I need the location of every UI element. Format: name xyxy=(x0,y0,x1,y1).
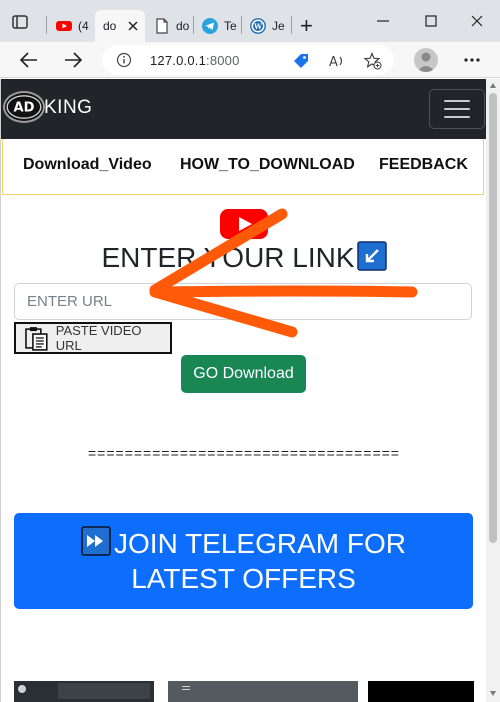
tab-actions-icon[interactable] xyxy=(10,12,30,32)
page-heading: ENTER YOUR LINK xyxy=(1,241,486,274)
menu-mini-icon xyxy=(182,686,190,687)
menu-link-how-to-download[interactable]: HOW_TO_DOWNLOAD xyxy=(180,156,355,174)
youtube-logo-icon xyxy=(220,209,268,239)
wordpress-icon: W xyxy=(250,18,266,34)
back-arrow-icon[interactable] xyxy=(18,50,40,70)
tab-active-document[interactable]: do xyxy=(95,10,145,42)
close-tab-icon[interactable] xyxy=(128,21,138,31)
forward-arrow-icon[interactable] xyxy=(62,50,84,70)
join-telegram-button[interactable]: JOIN TELEGRAM FOR LATEST OFFERS xyxy=(14,513,473,609)
wordpress-mini-icon xyxy=(18,685,26,693)
video-thumbnail[interactable] xyxy=(368,681,474,702)
hamburger-line xyxy=(444,108,470,110)
tab-document[interactable]: do xyxy=(146,10,192,42)
youtube-icon xyxy=(56,21,72,31)
brand-name[interactable]: KING xyxy=(44,97,92,119)
tab-separator xyxy=(46,16,47,34)
navbar-toggler-button[interactable] xyxy=(429,89,485,129)
video-thumbnails-row xyxy=(1,681,486,702)
read-aloud-icon[interactable]: A xyxy=(328,52,346,70)
telegram-button-line-2: LATEST OFFERS xyxy=(131,563,356,594)
more-options-icon[interactable] xyxy=(462,52,482,68)
coupon-tag-icon[interactable] xyxy=(292,52,310,70)
address-bar[interactable]: 127.0.0.1:8000 A xyxy=(102,45,394,75)
new-tab-button[interactable]: + xyxy=(292,10,322,42)
scrollbar-thumb[interactable] xyxy=(489,93,497,543)
web-page: AD KING Download_Video HOW_TO_DOWNLOAD F… xyxy=(0,79,486,702)
scroll-up-icon[interactable] xyxy=(489,82,497,90)
plus-icon: + xyxy=(300,13,313,38)
svg-text:W: W xyxy=(253,22,262,31)
close-window-icon[interactable] xyxy=(466,10,488,32)
info-icon[interactable] xyxy=(116,52,132,68)
go-download-button[interactable]: GO Download xyxy=(181,355,306,393)
tab-wordpress[interactable]: W Je xyxy=(242,10,290,42)
menu-link-download-video[interactable]: Download_Video xyxy=(23,156,152,174)
profile-avatar[interactable] xyxy=(414,48,438,72)
telegram-icon xyxy=(202,18,218,34)
telegram-button-line-1: JOIN TELEGRAM FOR xyxy=(14,526,473,561)
video-thumbnail[interactable] xyxy=(14,681,154,702)
site-logo[interactable]: AD xyxy=(3,91,45,123)
page-scrollbar[interactable] xyxy=(486,79,500,702)
fast-forward-icon xyxy=(81,526,111,556)
menu-link-feedback[interactable]: FEEDBACK xyxy=(379,156,468,174)
clipboard-icon xyxy=(25,327,48,351)
tab-telegram[interactable]: Te xyxy=(194,10,240,42)
svg-text:AD: AD xyxy=(14,101,35,116)
document-icon xyxy=(156,18,168,34)
tab-youtube[interactable]: (4 xyxy=(48,10,94,42)
ad-logo-icon: AD xyxy=(6,95,42,119)
tab-bar: (4 do do Te W Je + xyxy=(0,0,500,42)
scroll-down-icon[interactable] xyxy=(489,689,497,697)
maximize-icon[interactable] xyxy=(420,10,442,32)
url-input[interactable] xyxy=(14,283,472,320)
paste-video-url-button[interactable]: PASTE VIDEO URL xyxy=(14,322,172,354)
hamburger-line xyxy=(444,100,470,102)
thumbnail-overlay xyxy=(58,683,150,699)
browser-toolbar: 127.0.0.1:8000 A xyxy=(0,42,500,78)
url-text: 127.0.0.1:8000 xyxy=(150,53,240,68)
site-menu: Download_Video HOW_TO_DOWNLOAD FEEDBACK xyxy=(2,139,484,195)
add-favorite-icon[interactable] xyxy=(364,52,382,70)
site-navbar: AD KING xyxy=(1,79,486,139)
hamburger-line xyxy=(444,116,470,118)
person-icon xyxy=(417,52,435,72)
arrow-down-left-icon xyxy=(356,241,387,271)
video-thumbnail[interactable] xyxy=(168,681,358,702)
minimize-icon[interactable] xyxy=(372,10,394,32)
svg-text:A: A xyxy=(329,55,338,70)
divider-text: ================================== xyxy=(88,445,400,461)
